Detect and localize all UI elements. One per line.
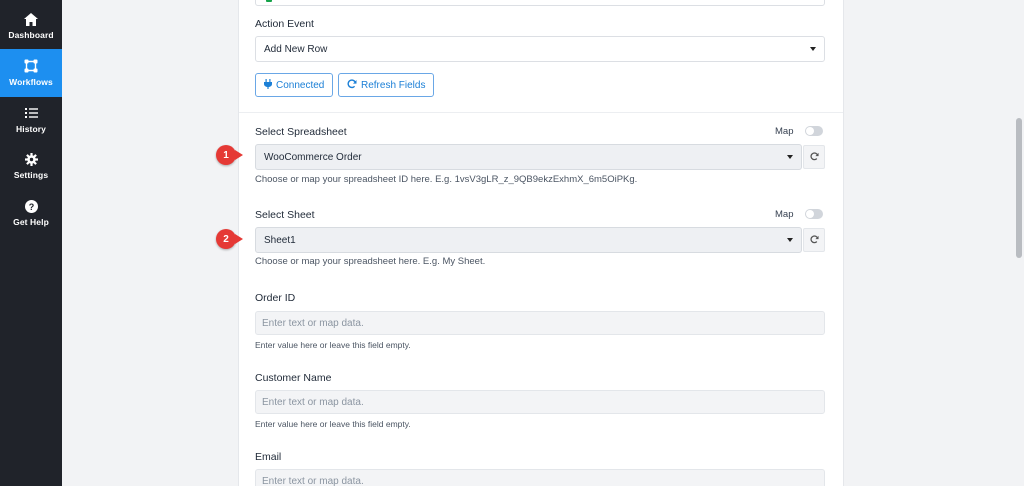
connected-label: Connected bbox=[276, 79, 325, 91]
sidebar-item-history[interactable]: History bbox=[0, 96, 62, 144]
spreadsheet-refresh-button[interactable] bbox=[803, 145, 825, 169]
workflows-icon bbox=[24, 59, 38, 73]
customer-name-label: Customer Name bbox=[255, 372, 332, 384]
refresh-icon bbox=[809, 231, 819, 249]
customer-name-help-text: Enter value here or leave this field emp… bbox=[255, 419, 411, 429]
home-icon bbox=[24, 12, 38, 26]
previous-field bbox=[255, 0, 825, 6]
spreadsheet-label: Select Spreadsheet bbox=[255, 126, 347, 138]
question-icon: ? bbox=[24, 199, 38, 213]
order-id-input[interactable]: Enter text or map data. bbox=[255, 311, 825, 335]
sidebar-item-label: Dashboard bbox=[8, 30, 54, 40]
sidebar-item-workflows[interactable]: Workflows bbox=[0, 49, 62, 97]
action-event-label: Action Event bbox=[255, 18, 314, 30]
annotation-badge-2: 2 bbox=[216, 229, 236, 249]
order-id-placeholder: Enter text or map data. bbox=[262, 317, 364, 329]
connected-button[interactable]: Connected bbox=[255, 73, 334, 97]
annotation-arrow-2 bbox=[235, 234, 243, 244]
chevron-down-icon bbox=[787, 238, 793, 242]
sheets-icon bbox=[266, 0, 272, 2]
sheet-select[interactable]: Sheet1 bbox=[255, 227, 802, 253]
sheet-refresh-button[interactable] bbox=[803, 228, 825, 252]
sidebar-item-get-help[interactable]: ? Get Help bbox=[0, 189, 62, 237]
chevron-down-icon bbox=[787, 155, 793, 159]
history-icon bbox=[24, 106, 38, 120]
sidebar-item-dashboard[interactable]: Dashboard bbox=[0, 2, 62, 50]
annotation-arrow-1 bbox=[235, 150, 243, 160]
order-id-label: Order ID bbox=[255, 292, 296, 304]
action-event-select[interactable]: Add New Row bbox=[255, 36, 825, 62]
sidebar: Dashboard Workflows History Settings ? G… bbox=[0, 0, 62, 486]
spreadsheet-map-toggle[interactable] bbox=[805, 126, 823, 136]
annotation-badge-1: 1 bbox=[216, 145, 236, 165]
sheet-help-text: Choose or map your spreadsheet here. E.g… bbox=[255, 256, 486, 267]
chevron-down-icon bbox=[810, 47, 816, 51]
customer-name-placeholder: Enter text or map data. bbox=[262, 396, 364, 408]
sheet-value: Sheet1 bbox=[264, 234, 296, 246]
spreadsheet-select[interactable]: WooCommerce Order bbox=[255, 144, 802, 170]
sheet-map-label: Map bbox=[775, 209, 794, 220]
page-scrollbar[interactable] bbox=[1016, 118, 1022, 258]
plug-icon bbox=[264, 78, 272, 92]
refresh-icon bbox=[809, 148, 819, 166]
sheet-label: Select Sheet bbox=[255, 209, 315, 221]
spreadsheet-map-label: Map bbox=[775, 126, 794, 137]
spreadsheet-value: WooCommerce Order bbox=[264, 151, 362, 163]
refresh-fields-button[interactable]: Refresh Fields bbox=[338, 73, 435, 97]
form-panel: Action Event Add New Row Connected Refre… bbox=[238, 0, 844, 486]
gear-icon bbox=[24, 152, 38, 166]
sidebar-item-label: Workflows bbox=[9, 77, 53, 87]
sidebar-item-label: Get Help bbox=[13, 217, 49, 227]
refresh-icon bbox=[347, 78, 357, 92]
sidebar-item-label: Settings bbox=[13, 170, 49, 180]
customer-name-input[interactable]: Enter text or map data. bbox=[255, 390, 825, 414]
spreadsheet-help-text: Choose or map your spreadsheet ID here. … bbox=[255, 174, 638, 185]
refresh-fields-label: Refresh Fields bbox=[361, 79, 426, 91]
email-label: Email bbox=[255, 451, 282, 463]
email-placeholder: Enter text or map data. bbox=[262, 475, 364, 486]
section-divider bbox=[239, 112, 843, 113]
action-event-value: Add New Row bbox=[264, 43, 328, 55]
email-input[interactable]: Enter text or map data. bbox=[255, 469, 825, 486]
svg-text:?: ? bbox=[28, 202, 34, 212]
order-id-help-text: Enter value here or leave this field emp… bbox=[255, 340, 411, 350]
sidebar-item-settings[interactable]: Settings bbox=[0, 142, 62, 190]
sheet-map-toggle[interactable] bbox=[805, 209, 823, 219]
sidebar-item-label: History bbox=[16, 124, 46, 134]
